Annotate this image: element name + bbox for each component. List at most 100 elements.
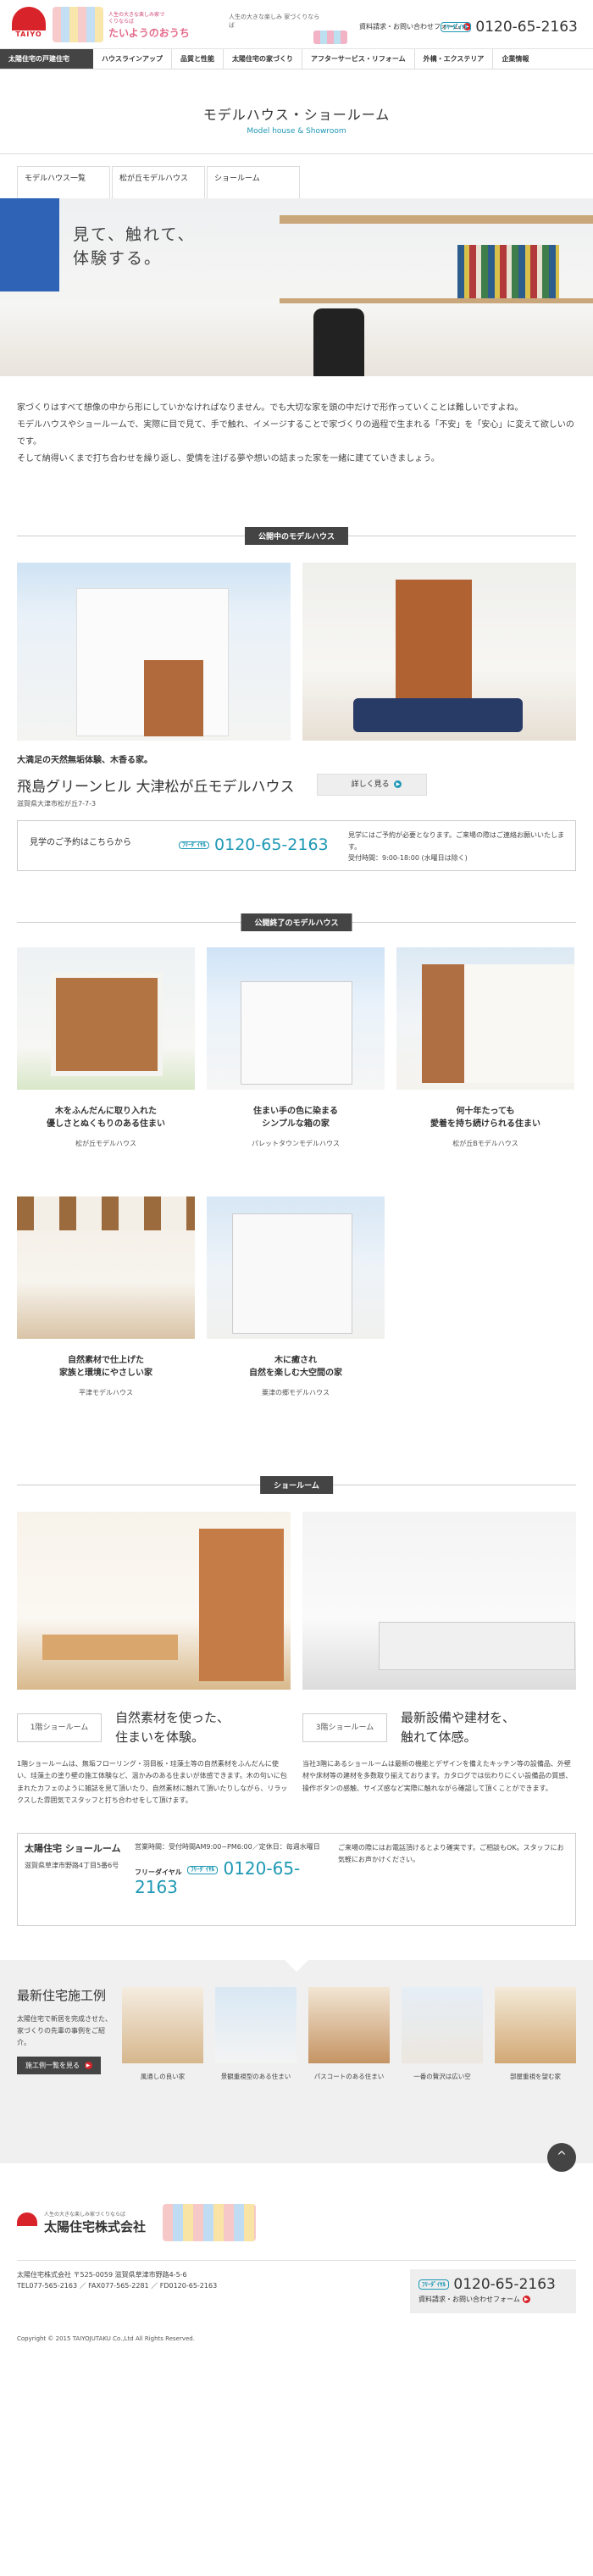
showroom-floor-tag: 1階ショールーム — [17, 1713, 102, 1742]
section-label: 公開終了のモデルハウス — [241, 913, 352, 931]
open-model-address: 滋賀県大津市松が丘7-7-3 — [17, 800, 97, 808]
closed-model-title: 住まい手の色に染まる シンプルな箱の家 — [207, 1105, 385, 1130]
open-model-name: 飛島グリーンヒル 大津松が丘モデルハウス — [17, 778, 295, 796]
closed-model-grid: 木をふんだんに取り入れた 優しさとぬくもりのある住まい 松が丘モデルハウス 住ま… — [0, 939, 593, 1434]
showroom-1f-photo — [17, 1512, 291, 1690]
nav-item-detached-house[interactable]: 太陽住宅の戸建住宅 — [0, 49, 93, 69]
footer-contact-link[interactable]: 資料請求・お問い合わせフォーム ▶ — [418, 2295, 530, 2303]
closed-model-photo — [396, 947, 574, 1090]
showroom-3f: 3階ショールーム 最新設備や建材を、 触れて体感。 当社3階にあるショールームは… — [302, 1708, 576, 1807]
closed-model-title-line: 住まい手の色に染まる — [253, 1107, 338, 1116]
showroom-columns: 1階ショールーム 自然素材を使った、 住まいを体験。 1階ショールームは、無垢フ… — [0, 1690, 593, 1807]
example-item[interactable]: 風通しの良い家 — [122, 1986, 203, 2163]
header-top-bar: TAIYO 人生の大きな楽しみ家づくりならば たいようのおうち 人生の大きな楽し… — [0, 0, 593, 49]
scroll-to-top-button[interactable]: ^ — [547, 2142, 576, 2172]
tab-model-house-list[interactable]: モデルハウス一覧 — [17, 166, 110, 198]
closed-model-title-line: 自然素材で仕上げた — [68, 1356, 144, 1365]
footer-brand: 人生の大きな楽しみ家づくりならば 太陽住宅株式会社 — [17, 2197, 576, 2248]
showroom-description: 当社3階にあるショールームは最新の機能とデザインを備えたキッチン等の設備品、外壁… — [302, 1760, 573, 1792]
showroom-3f-photo — [302, 1512, 576, 1690]
example-item[interactable]: 部屋重視を望む家 — [495, 1986, 576, 2163]
examples-list-button[interactable]: 施工例一覧を見る ▶ — [17, 2057, 101, 2075]
examples-list-button-label: 施工例一覧を見る — [25, 2062, 80, 2070]
hero-copy: 見て、触れて、 体験する。 — [73, 224, 196, 270]
global-nav: 太陽住宅の戸建住宅 ハウスラインアップ 品質と性能 太陽住宅の家づくり アフター… — [0, 49, 593, 69]
construction-examples: 最新住宅施工例 太陽住宅で新居を完成させた、家づくりの先輩の事例をご紹介。 施工… — [0, 1959, 593, 2172]
wall-shelf — [280, 215, 593, 224]
tab-matsugaoka[interactable]: 松が丘モデルハウス — [112, 166, 205, 198]
wood-accent-wall — [396, 580, 472, 707]
showroom-hours: 営業時間：受付時間AM9:00~PM6:00／定休日：毎週水曜日 フリーダイヤル… — [128, 1834, 331, 1925]
wood-wall — [144, 660, 203, 736]
example-item[interactable]: パスコートのある住まい — [308, 1986, 390, 2163]
example-item[interactable]: 一番の贅沢は広い空 — [402, 1986, 483, 2163]
open-model-catch: 大満足の天然無垢体験、木香る家。 — [17, 756, 152, 765]
nav-item-after-service[interactable]: アフターサービス・リフォーム — [302, 49, 415, 69]
example-caption: パスコートのある住まい — [313, 2072, 385, 2080]
closed-model-card[interactable]: 木をふんだんに取り入れた 優しさとぬくもりのある住まい 松が丘モデルハウス — [17, 947, 195, 1185]
closed-model-place: 粟津の郷モデルハウス — [262, 1389, 330, 1396]
closed-model-photo — [17, 947, 195, 1090]
closed-model-card[interactable]: 住まい手の色に染まる シンプルな箱の家 パレットタウンモデルハウス — [207, 947, 385, 1185]
closed-model-photo — [17, 1196, 195, 1339]
bookshelf — [457, 245, 559, 298]
model-house-exterior-photo[interactable] — [17, 563, 291, 741]
section-label: 公開中のモデルハウス — [244, 527, 349, 545]
tab-showroom[interactable]: ショールーム — [207, 166, 300, 198]
intro-paragraph: 家づくりはすべて想像の中から形にしていかなければなりません。でも大切な家を頭の中… — [17, 403, 524, 413]
example-item[interactable]: 景観重視型のある住まい — [215, 1986, 296, 2163]
sofa — [353, 698, 523, 732]
showroom-catch: 自然素材を使った、 住まいを体験。 — [115, 1708, 230, 1746]
reserve-phone-number: 0120-65-2163 — [214, 836, 329, 854]
nav-item-quality[interactable]: 品質と性能 — [172, 49, 224, 69]
closed-model-place: 松が丘モデルハウス — [75, 1140, 136, 1147]
free-dial-icon: ﾌﾘｰﾀﾞｲﾔﾙ — [187, 1866, 219, 1874]
hanging-shirt — [0, 198, 59, 291]
arrow-right-icon: ▶ — [394, 780, 402, 788]
nav-item-house-making[interactable]: 太陽住宅の家づくり — [224, 49, 302, 69]
header-phone[interactable]: ﾌﾘｰﾀﾞｲﾔﾙ 0120-65-2163 — [441, 19, 578, 36]
closed-model-card[interactable]: 木に癒され 自然を楽しむ大空間の家 粟津の郷モデルハウス — [207, 1196, 385, 1434]
detail-button[interactable]: 詳しく見る ▶ — [316, 774, 427, 796]
showroom-catch-line: 触れて体感。 — [401, 1729, 477, 1745]
reserve-hours: 受付時間：9:00-18:00 (水曜日は除く) — [348, 854, 468, 863]
brand-copy: 人生の大きな楽しみ家づくりならば — [108, 12, 165, 25]
hero-copy-line2: 体験する。 — [73, 248, 163, 268]
showroom-note: ご来場の際にはお電話頂けるとより確実です。ご相談もOK。スタッフにお気軽にお声か… — [338, 1843, 564, 1863]
chair — [313, 308, 364, 376]
example-photo — [308, 1986, 390, 2063]
closed-model-card[interactable]: 何十年たっても 愛着を持ち続けられる住まい 松が丘Bモデルハウス — [396, 947, 574, 1185]
examples-list: 風通しの良い家 景観重視型のある住まい パスコートのある住まい 一番の贅沢は広い… — [122, 1986, 576, 2163]
taiyo-logo[interactable]: TAIYO — [12, 7, 46, 41]
closed-model-place: パレットタウンモデルハウス — [252, 1140, 340, 1147]
model-house-interior-photo[interactable] — [302, 563, 576, 741]
examples-intro: 最新住宅施工例 太陽住宅で新居を完成させた、家づくりの先輩の事例をご紹介。 施工… — [17, 1987, 112, 2163]
copyright: Copyright © 2015 TAIYOJUTAKU Co.,Ltd All… — [17, 2334, 195, 2342]
example-photo — [402, 1986, 483, 2063]
nav-item-lineup[interactable]: ハウスラインアップ — [93, 49, 172, 69]
footer-logo[interactable] — [17, 2212, 37, 2233]
free-dial-icon: ﾌﾘｰﾀﾞｲﾔﾙ — [418, 2279, 449, 2290]
free-dial-icon: ﾌﾘｰﾀﾞｲﾔﾙ — [179, 841, 209, 850]
free-dial-label: フリーダイヤル — [135, 1868, 182, 1877]
footer-address-line: TEL077-565-2163 ／ FAX077-565-2281 ／ FD01… — [17, 2282, 218, 2290]
showroom-name-text: 太陽住宅 ショールーム — [25, 1842, 121, 1854]
page-subtitle: Model house & Showroom — [247, 127, 346, 136]
reserve-phone[interactable]: ﾌﾘｰﾀﾞｲﾔﾙ 0120-65-2163 — [179, 821, 340, 870]
section-heading-closed: 公開終了のモデルハウス — [0, 905, 593, 939]
closed-model-card[interactable]: 自然素材で仕上げた 家族と環境にやさしい家 平津モデルハウス — [17, 1196, 195, 1434]
example-photo — [215, 1986, 296, 2063]
examples-title: 最新住宅施工例 — [17, 1987, 107, 2003]
logo-mark-icon — [17, 2212, 37, 2226]
showroom-catch-line: 住まいを体験。 — [115, 1729, 205, 1745]
nav-item-company[interactable]: 企業情報 — [493, 49, 537, 69]
showroom-phone[interactable]: フリーダイヤル ﾌﾘｰﾀﾞｲﾔﾙ 0120-65-2163 — [135, 1859, 324, 1896]
footer-contact-link-label: 資料請求・お問い合わせフォーム — [418, 2295, 520, 2303]
closed-model-title-line: 愛着を持ち続けられる住まい — [430, 1119, 540, 1129]
showroom-phone-number: 0120-65-2163 — [135, 1858, 301, 1898]
closed-model-title-line: 木に癒され — [274, 1356, 317, 1365]
page-title: モデルハウス・ショールーム — [202, 107, 391, 123]
footer-phone[interactable]: ﾌﾘｰﾀﾞｲﾔﾙ 0120-65-2163 — [418, 2276, 568, 2293]
nav-item-exterior[interactable]: 外構・エクステリア — [415, 49, 494, 69]
arrow-right-icon: ▶ — [522, 2295, 530, 2303]
